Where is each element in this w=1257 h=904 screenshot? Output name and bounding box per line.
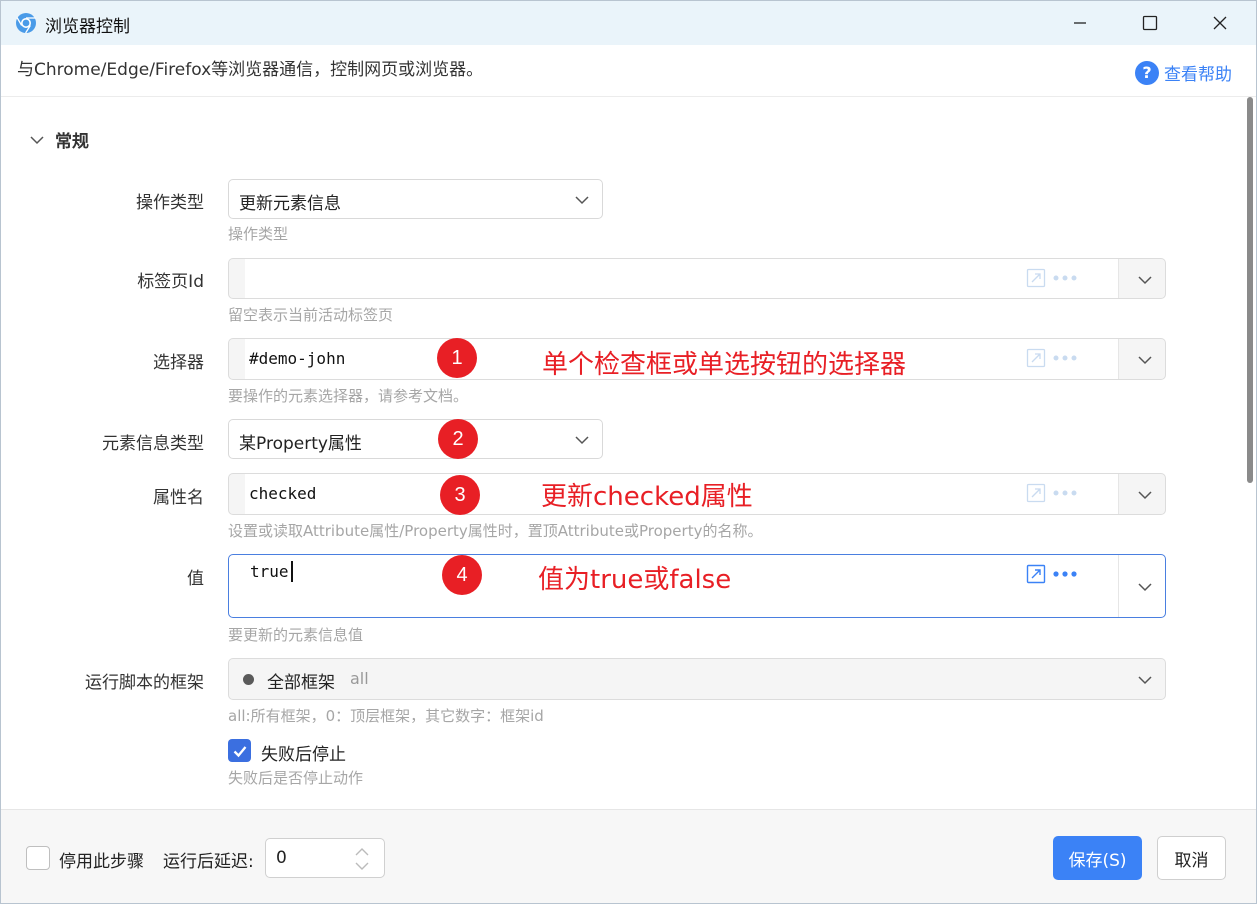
selector-label: 选择器 <box>153 353 204 373</box>
frame-label: 运行脚本的框架 <box>85 673 204 693</box>
close-button[interactable] <box>1185 1 1255 45</box>
chevron-down-icon[interactable] <box>1137 272 1153 288</box>
frame-dot-icon <box>243 674 254 685</box>
question-circle-icon: ? <box>1135 60 1159 85</box>
maximize-icon <box>1142 15 1158 31</box>
annotation-badge-1: 1 <box>437 338 477 378</box>
annotation-text-3: 更新checked属性 <box>541 482 753 512</box>
property-name-value: checked <box>249 484 317 503</box>
chevron-down-icon <box>1138 676 1152 685</box>
value-label: 值 <box>187 569 204 589</box>
element-info-type-select[interactable]: 某Property属性 <box>228 419 603 459</box>
scrollbar-thumb[interactable] <box>1247 97 1253 483</box>
stop-on-failure-hint: 失败后是否停止动作 <box>228 769 364 787</box>
chevron-down-icon[interactable] <box>1137 352 1153 368</box>
property-name-hint: 设置或读取Attribute属性/Property属性时，置顶Attribute… <box>228 522 763 540</box>
expand-editor-icon[interactable] <box>1026 348 1046 368</box>
chevron-down-icon[interactable] <box>1137 487 1153 503</box>
value-hint: 要更新的元素信息值 <box>228 626 364 644</box>
tab-id-input[interactable] <box>245 259 1119 298</box>
more-dots-icon[interactable] <box>1052 349 1078 367</box>
frame-select[interactable]: 全部框架 all <box>228 658 1166 700</box>
value-text: true <box>250 562 289 581</box>
element-info-type-value: 某Property属性 <box>239 434 362 454</box>
annotation-text-1: 单个检查框或单选按钮的选择器 <box>542 350 907 380</box>
cancel-button[interactable]: 取消 <box>1157 836 1226 880</box>
window-title: 浏览器控制 <box>45 17 130 37</box>
more-dots-icon[interactable] <box>1052 484 1078 502</box>
operation-type-label: 操作类型 <box>136 193 204 213</box>
stepper-arrows-icon[interactable] <box>354 845 370 873</box>
section-general-header[interactable]: 常规 <box>29 127 89 152</box>
frame-hint: all:所有框架，0：顶层框架，其它数字：框架id <box>228 707 544 725</box>
annotation-badge-3: 3 <box>440 475 480 515</box>
chevron-down-icon <box>575 196 589 205</box>
delay-value: 0 <box>276 848 287 868</box>
selector-value: #demo-john <box>249 349 346 368</box>
annotation-text-4: 值为true或false <box>538 565 732 595</box>
delay-label: 运行后延迟: <box>163 852 254 872</box>
chevron-down-icon <box>30 135 44 144</box>
selector-hint: 要操作的元素选择器，请参考文档。 <box>228 387 469 405</box>
minimize-icon <box>1074 22 1086 24</box>
operation-type-select[interactable]: 更新元素信息 <box>228 179 603 219</box>
annotation-badge-2: 2 <box>438 419 478 459</box>
chrome-icon <box>16 13 36 34</box>
help-link[interactable]: ? 查看帮助 <box>1135 60 1232 85</box>
element-info-type-label: 元素信息类型 <box>102 434 204 454</box>
more-dots-icon[interactable] <box>1052 565 1078 583</box>
frame-value: 全部框架 <box>267 673 335 693</box>
disable-step-label[interactable]: 停用此步骤 <box>59 847 144 872</box>
checkmark-icon <box>233 745 246 757</box>
stop-on-failure-checkbox[interactable] <box>228 739 251 762</box>
section-title: 常规 <box>55 132 89 152</box>
property-name-label: 属性名 <box>153 488 204 508</box>
expand-editor-icon[interactable] <box>1026 268 1046 288</box>
expand-editor-icon[interactable] <box>1026 564 1046 584</box>
help-label: 查看帮助 <box>1164 65 1232 85</box>
annotation-badge-4: 4 <box>442 555 482 595</box>
minimize-button[interactable] <box>1045 1 1115 45</box>
operation-type-value: 更新元素信息 <box>239 194 341 214</box>
chevron-down-icon[interactable] <box>1137 579 1153 595</box>
expand-editor-icon[interactable] <box>1026 483 1046 503</box>
tab-id-hint: 留空表示当前活动标签页 <box>228 306 394 324</box>
save-button[interactable]: 保存(S) <box>1053 836 1142 880</box>
stop-on-failure-label[interactable]: 失败后停止 <box>261 740 346 765</box>
tab-id-label: 标签页Id <box>137 272 204 292</box>
close-icon <box>1213 16 1227 30</box>
chevron-down-icon <box>575 436 589 445</box>
title-bar: 浏览器控制 <box>1 1 1256 45</box>
description-bar: 与Chrome/Edge/Firefox等浏览器通信，控制网页或浏览器。 ? 查… <box>1 45 1256 97</box>
operation-type-hint: 操作类型 <box>228 225 289 243</box>
delay-input[interactable]: 0 <box>265 838 385 878</box>
frame-value-sub: all <box>350 669 369 688</box>
maximize-button[interactable] <box>1115 1 1185 45</box>
scrollbar[interactable] <box>1247 97 1253 809</box>
text-caret <box>291 561 293 582</box>
more-dots-icon[interactable] <box>1052 269 1078 287</box>
tab-id-field[interactable] <box>228 258 1166 299</box>
dialog-window: 浏览器控制 与Chrome/Edge/Firefox等浏览器通信，控制网页或浏览… <box>0 0 1257 904</box>
dialog-description: 与Chrome/Edge/Firefox等浏览器通信，控制网页或浏览器。 <box>17 60 484 80</box>
disable-step-checkbox[interactable] <box>26 846 50 870</box>
